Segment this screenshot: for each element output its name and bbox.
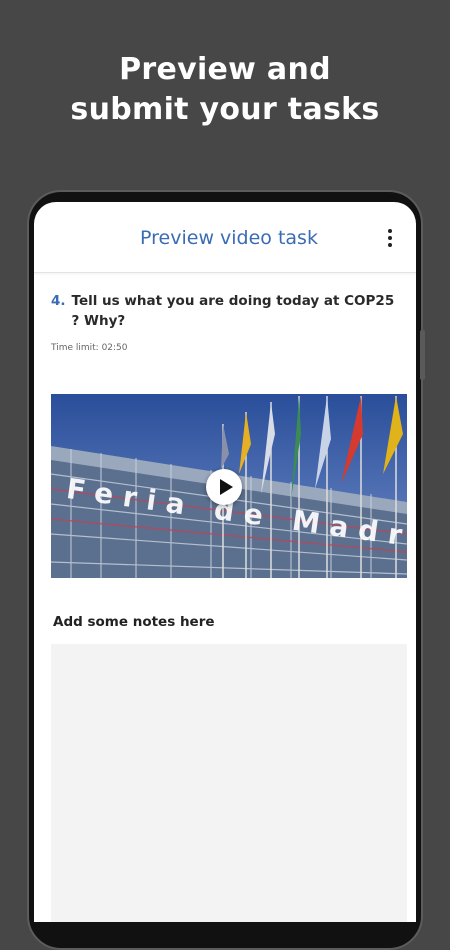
promo-headline-line1: Preview and (119, 52, 331, 87)
play-icon[interactable] (206, 469, 242, 505)
notes-textarea[interactable] (51, 644, 407, 922)
question-number: 4. (51, 293, 66, 309)
promo-headline-line2: submit your tasks (70, 92, 380, 127)
promo-headline: Preview and submit your tasks (0, 50, 450, 130)
phone-screen: Preview video task 4. Tell us what you a… (34, 202, 416, 922)
page-title: Preview video task (140, 227, 318, 249)
task-question: 4. Tell us what you are doing today at C… (51, 291, 401, 331)
notes-label: Add some notes here (53, 614, 215, 630)
question-text: Tell us what you are doing today at COP2… (71, 293, 395, 329)
more-vert-icon[interactable] (378, 226, 402, 250)
phone-notch (190, 193, 260, 200)
app-bar: Preview video task (34, 202, 416, 273)
time-limit: Time limit: 02:50 (51, 343, 128, 353)
phone-side-button (420, 330, 425, 380)
